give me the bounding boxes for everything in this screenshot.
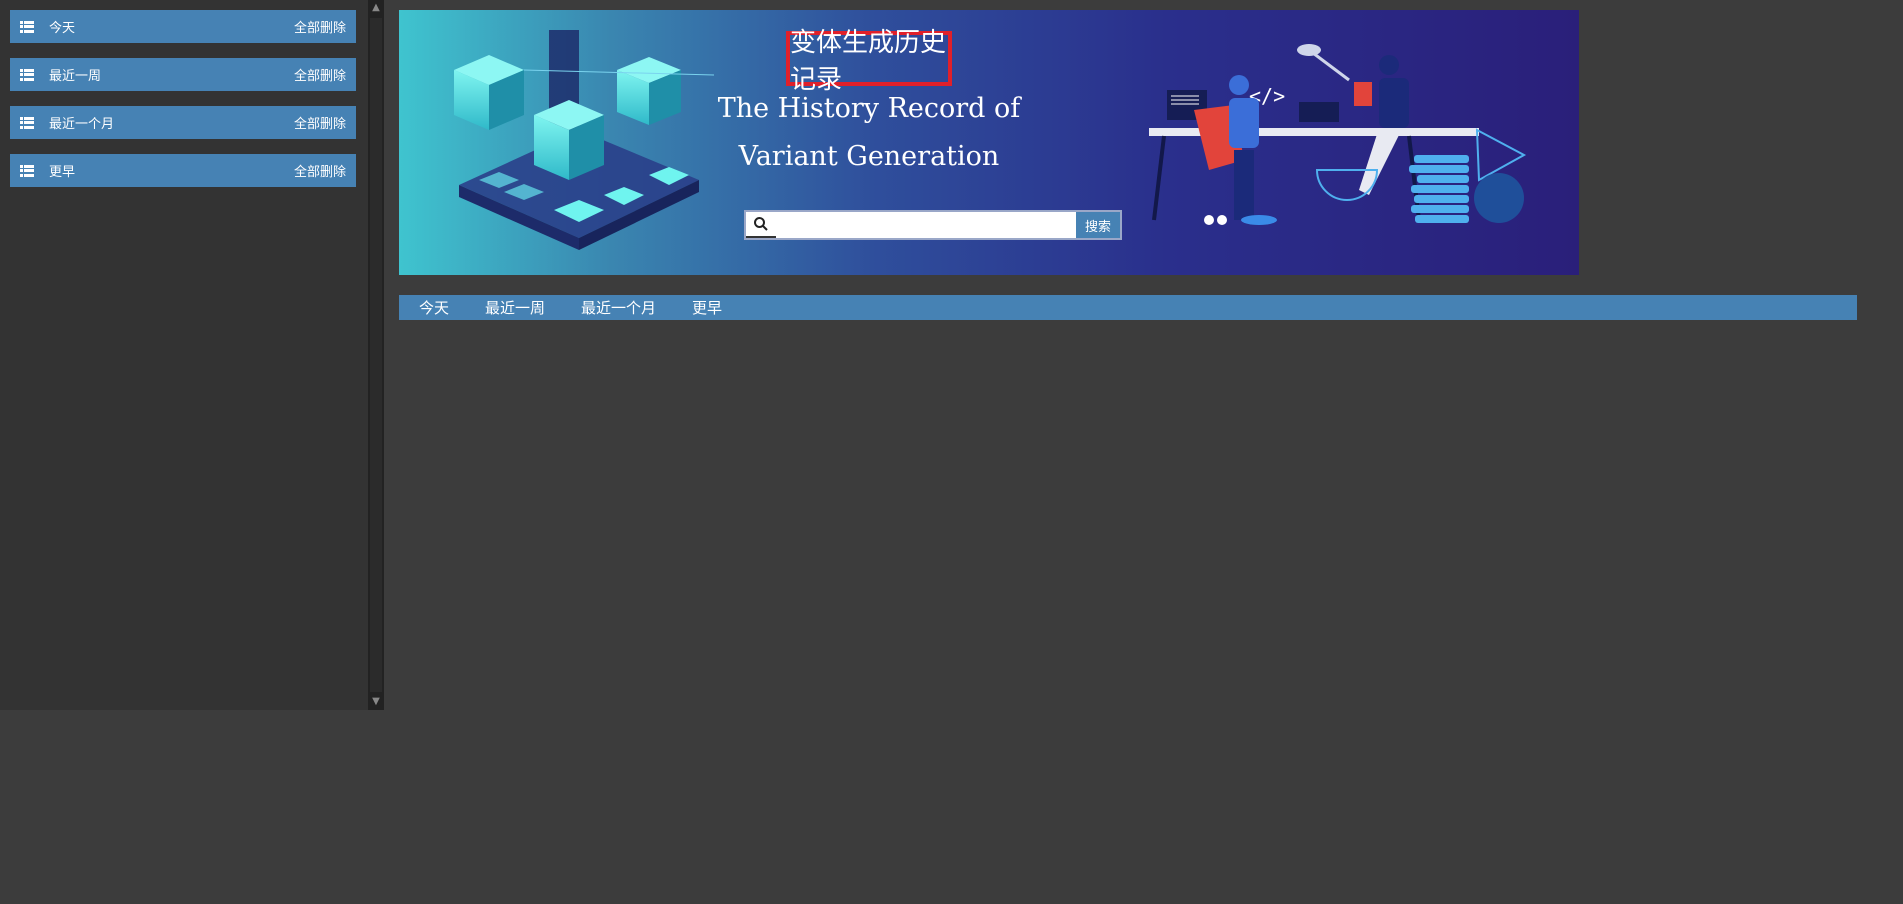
sidebar: 今天 全部删除 最近一周 全部删除 最近一个月 全部删除 更早 全部删除 (0, 0, 368, 710)
tab-last-week[interactable]: 最近一周 (485, 297, 545, 318)
sidebar-item-earlier[interactable]: 更早 全部删除 (10, 154, 356, 187)
sidebar-item-last-week[interactable]: 最近一周 全部删除 (10, 58, 356, 91)
sidebar-item-today[interactable]: 今天 全部删除 (10, 10, 356, 43)
sidebar-item-label: 最近一个月 (49, 117, 115, 132)
tab-today[interactable]: 今天 (419, 297, 449, 318)
tab-last-month[interactable]: 最近一个月 (581, 297, 656, 318)
sidebar-item-label: 最近一周 (49, 69, 102, 84)
tab-earlier[interactable]: 更早 (692, 297, 722, 318)
delete-all-button[interactable]: 全部删除 (294, 17, 346, 36)
list-icon (20, 20, 34, 33)
header-banner: 变体生成历史记录 The History Record of Variant G… (399, 10, 1579, 275)
scroll-down-icon[interactable]: ▼ (368, 694, 384, 710)
delete-all-button[interactable]: 全部删除 (294, 161, 346, 180)
time-filter-nav: 今天 最近一周 最近一个月 更早 (399, 295, 1857, 320)
delete-all-button[interactable]: 全部删除 (294, 113, 346, 132)
subtitle-line-2: Variant Generation (738, 141, 1000, 172)
server-illustration (454, 30, 715, 250)
list-icon (20, 116, 34, 129)
search-bar: 搜索 (744, 210, 1122, 240)
page-title: 变体生成历史记录 (786, 28, 952, 95)
list-icon (20, 164, 34, 177)
people-illustration: </> (1149, 44, 1527, 225)
delete-all-button[interactable]: 全部删除 (294, 65, 346, 84)
sidebar-item-last-month[interactable]: 最近一个月 全部删除 (10, 106, 356, 139)
sidebar-scrollbar[interactable]: ▲ ▼ (368, 0, 384, 710)
search-icon (746, 212, 776, 238)
search-button[interactable]: 搜索 (1076, 212, 1120, 238)
scroll-up-icon[interactable]: ▲ (368, 0, 384, 16)
search-input[interactable] (776, 212, 1076, 238)
sidebar-item-label: 更早 (49, 165, 76, 180)
subtitle-line-1: The History Record of (717, 93, 1021, 124)
sidebar-item-label: 今天 (49, 21, 76, 36)
scrollbar-thumb[interactable] (370, 18, 382, 692)
list-icon (20, 68, 34, 81)
